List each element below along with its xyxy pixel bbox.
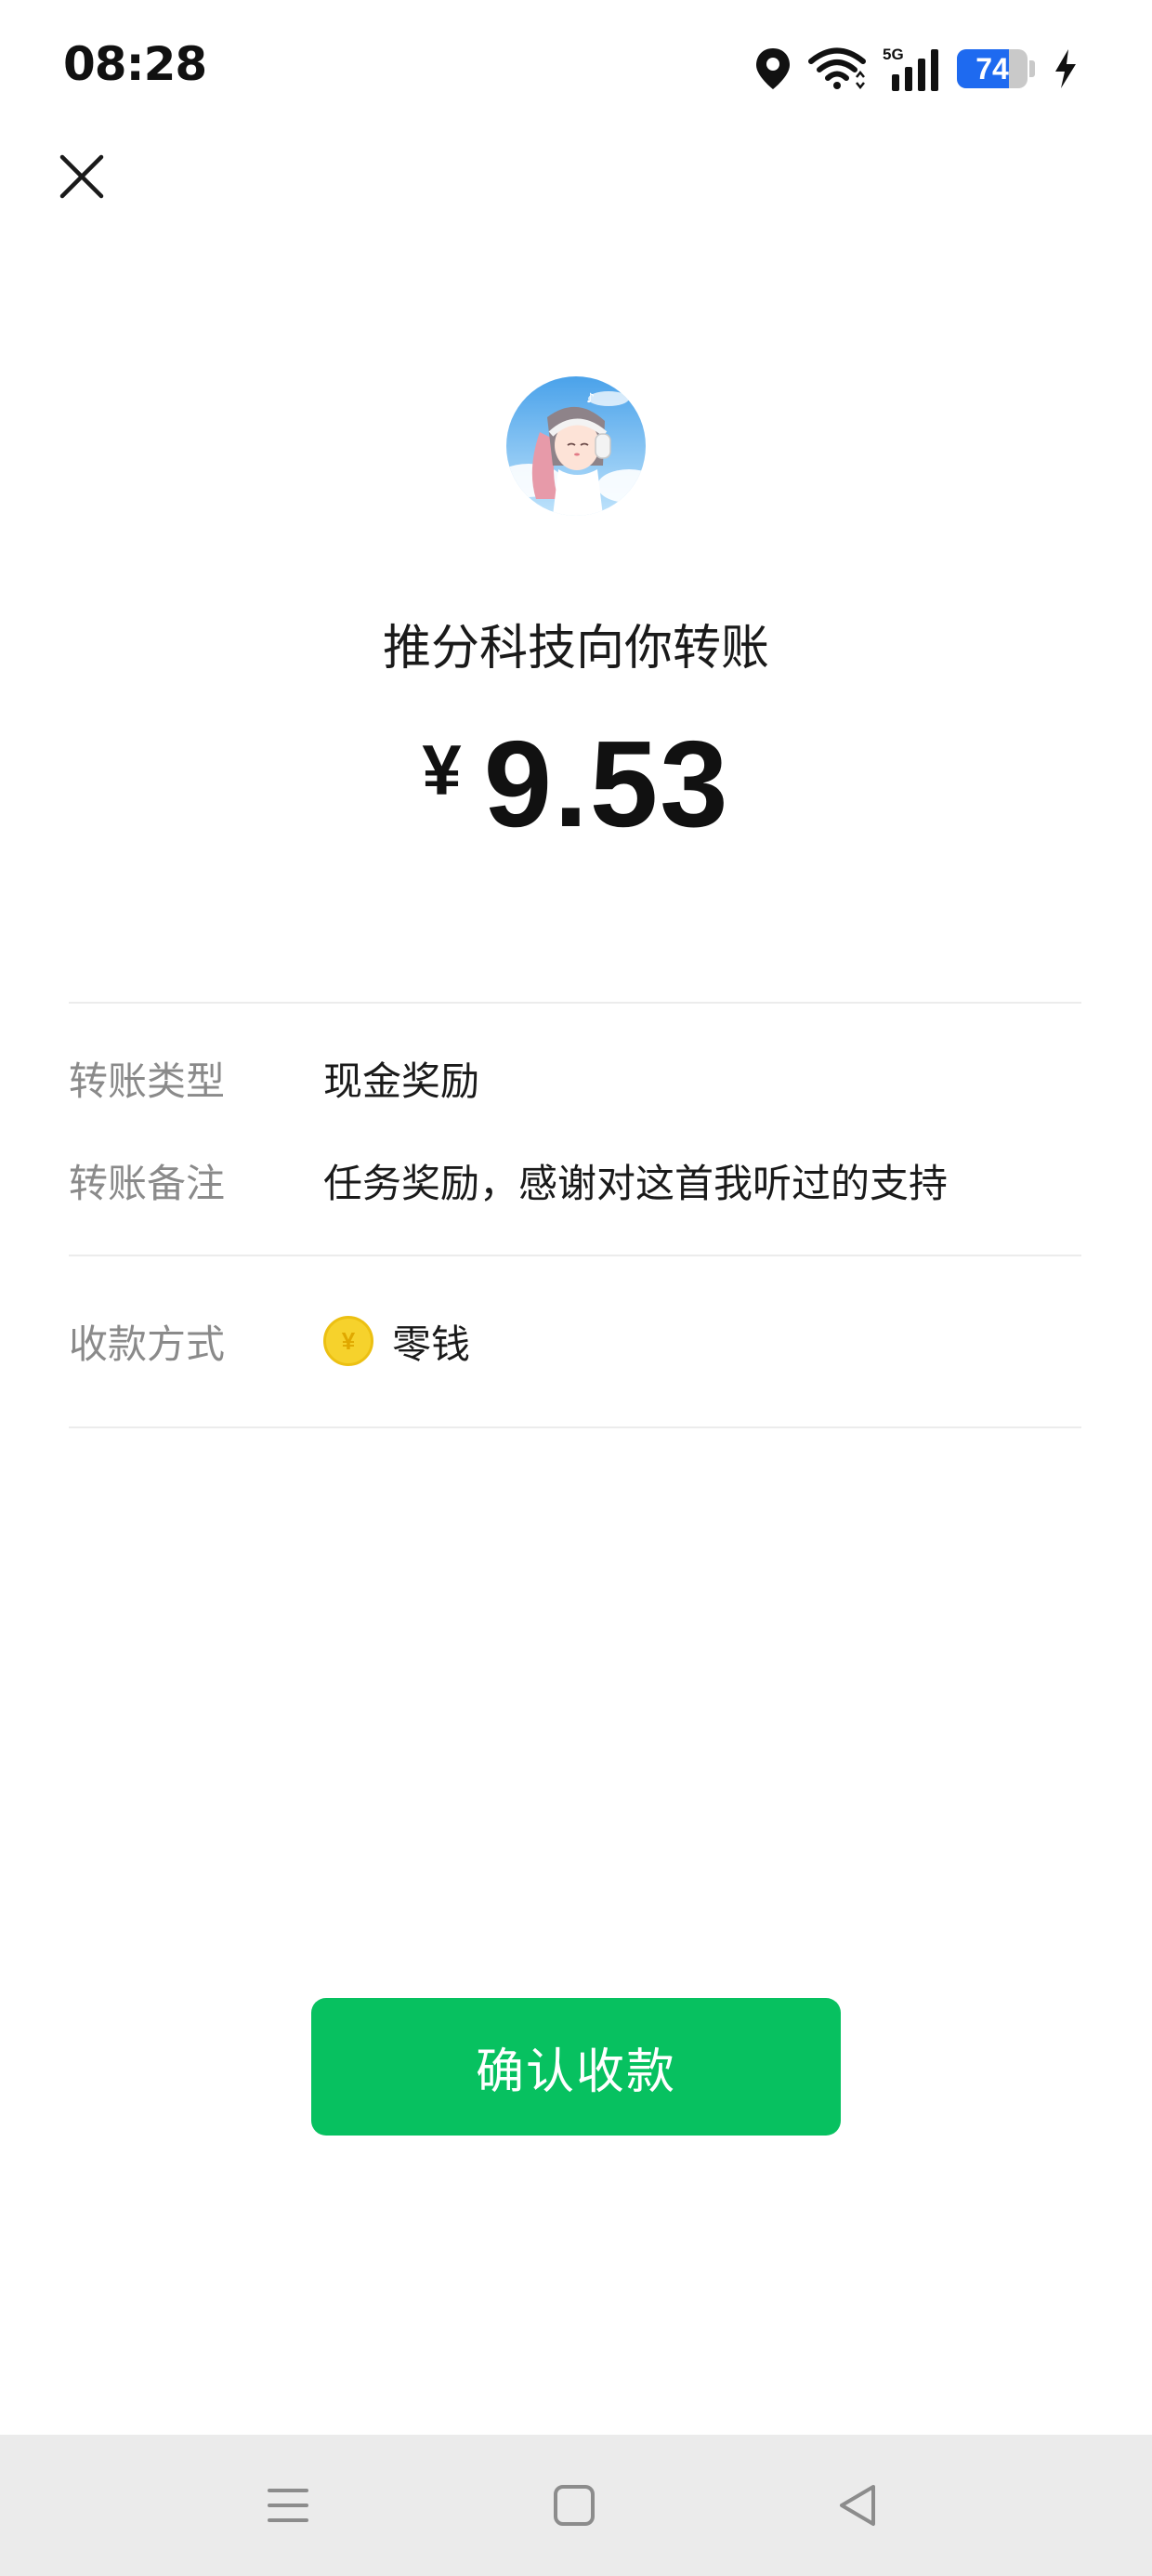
back-button[interactable]	[825, 2472, 892, 2539]
transfer-amount: ¥9.53	[0, 714, 1152, 854]
navigation-bar	[0, 2435, 1152, 2576]
battery-icon: 74	[957, 49, 1028, 88]
location-icon	[754, 46, 792, 91]
status-time: 08:28	[63, 37, 207, 91]
divider	[69, 1426, 1081, 1428]
status-icons: 5G 74	[754, 41, 1080, 97]
currency-symbol: ¥	[422, 731, 462, 810]
transfer-type-value: 现金奖励	[323, 1058, 480, 1104]
detail-row-type: 转账类型 现金奖励	[69, 1045, 1081, 1111]
divider	[69, 1002, 1081, 1004]
back-icon	[840, 2485, 875, 2526]
confirm-receive-button[interactable]: 确认收款	[311, 1998, 841, 2136]
home-button[interactable]	[541, 2472, 608, 2539]
avatar[interactable]: ♪	[506, 376, 646, 516]
home-icon	[554, 2485, 595, 2526]
transfer-note-label: 转账备注	[69, 1160, 226, 1206]
transfer-sender-text: 推分科技向你转账	[382, 621, 769, 677]
battery-nub	[1029, 60, 1035, 77]
payment-method-value: ¥ 零钱	[323, 1313, 470, 1370]
menu-button[interactable]	[255, 2472, 321, 2539]
network-type-label: 5G	[883, 46, 904, 63]
detail-row-note: 转账备注 任务奖励，感谢对这首我听过的支持	[69, 1148, 1081, 1213]
transfer-type-label: 转账类型	[69, 1058, 226, 1104]
charging-icon	[1052, 47, 1080, 90]
wifi-icon	[808, 47, 866, 90]
status-bar: 08:28 5G 74	[0, 0, 1152, 139]
payment-method-text: 零钱	[392, 1321, 471, 1367]
close-icon	[59, 154, 104, 199]
coin-icon: ¥	[323, 1316, 373, 1366]
battery-level: 74	[975, 51, 1009, 85]
signal-icon: 5G	[883, 45, 940, 93]
detail-row-method: 收款方式 ¥ 零钱	[69, 1308, 1081, 1373]
close-button[interactable]	[52, 147, 111, 206]
payment-method-label: 收款方式	[69, 1321, 226, 1367]
svg-text:♪: ♪	[586, 391, 595, 406]
transfer-note-value: 任务奖励，感谢对这首我听过的支持	[323, 1160, 949, 1206]
divider	[69, 1255, 1081, 1256]
menu-icon	[268, 2489, 308, 2522]
amount-value: 9.53	[483, 716, 730, 852]
